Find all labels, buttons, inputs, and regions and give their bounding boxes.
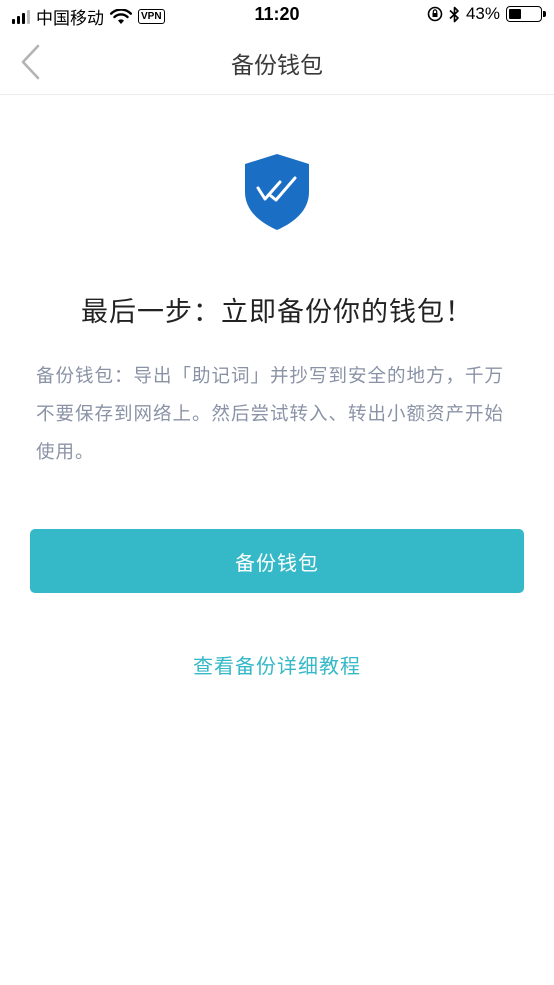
backup-description: 备份钱包：导出「助记词」并抄写到安全的地方，千万不要保存到网络上。然后尝试转入、…: [36, 366, 505, 463]
orientation-lock-icon: [427, 6, 443, 22]
status-bar: 中国移动 VPN 11:20 43%: [0, 0, 554, 32]
battery-icon: [506, 6, 546, 22]
status-bar-right: 43%: [427, 4, 546, 24]
backup-wallet-button[interactable]: 备份钱包: [30, 529, 524, 593]
backup-tutorial-link[interactable]: 查看备份详细教程: [0, 650, 554, 679]
shield-check-icon: [245, 154, 309, 230]
page-title: 备份钱包: [231, 53, 323, 79]
battery-percent: 43%: [465, 4, 500, 23]
battery-level-fill: [509, 9, 521, 19]
backup-headline: 最后一步：立即备份你的钱包！: [81, 297, 473, 328]
bluetooth-icon: [449, 6, 459, 22]
navigation-bar: 备份钱包: [0, 32, 554, 95]
